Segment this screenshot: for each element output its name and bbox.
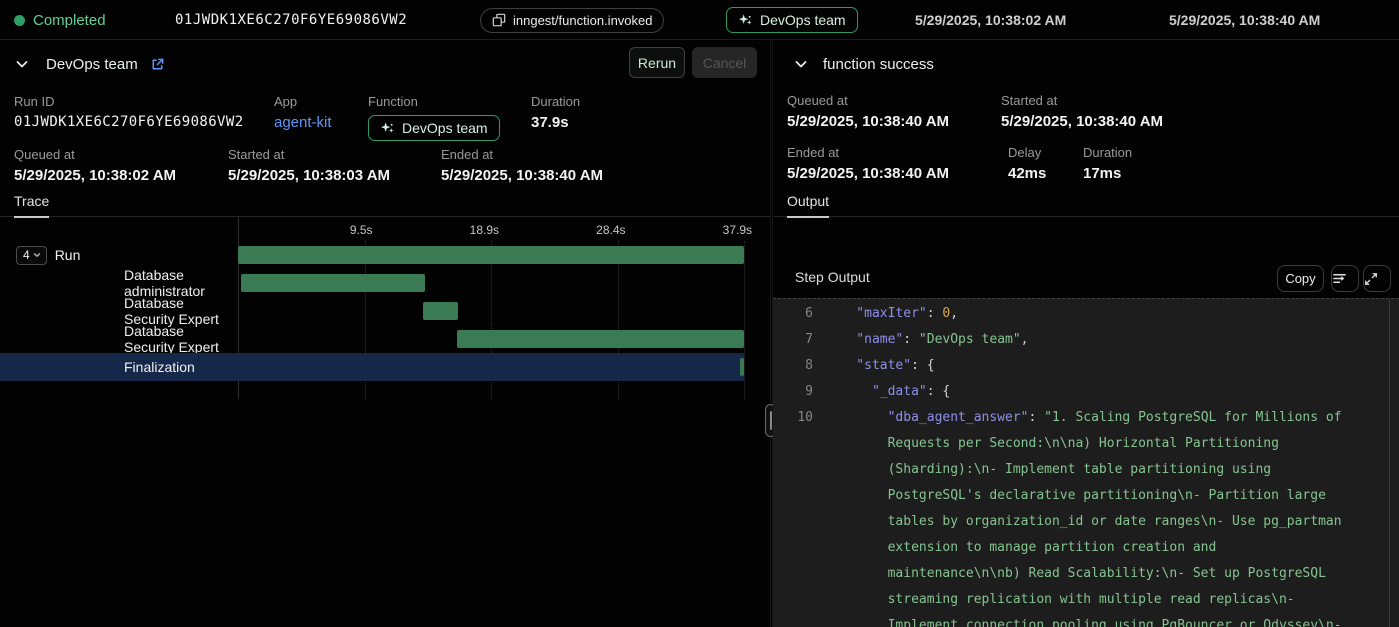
axis-tick-label: 37.9s xyxy=(692,223,752,237)
line-number: 6 xyxy=(773,301,813,327)
trace-row-database-administrator[interactable]: Database administrator xyxy=(0,269,744,297)
code-line: 6"maxIter": 0, xyxy=(773,301,1399,327)
function-badge-label: DevOps team xyxy=(402,120,488,136)
collapse-run-chevron-icon[interactable] xyxy=(14,56,30,72)
code-content: "maxIter": 0, xyxy=(813,301,1399,327)
expand-output-button[interactable] xyxy=(1363,265,1391,292)
code-content: "dba_agent_answer": "1. Scaling PostgreS… xyxy=(813,405,1399,627)
step-field-delay: Delay 42ms xyxy=(1008,145,1046,182)
code-line: 9"_data": { xyxy=(773,379,1399,405)
word-wrap-button[interactable] xyxy=(1331,265,1359,292)
trace-row-chart xyxy=(238,297,744,325)
step-field-queued: Queued at 5/29/2025, 10:38:40 AM xyxy=(787,93,949,130)
field-function: Function DevOps team xyxy=(368,94,500,141)
trace-row-chart xyxy=(238,325,744,353)
top-function-badge-label: DevOps team xyxy=(760,12,846,28)
tab-trace[interactable]: Trace xyxy=(14,193,49,218)
code-scrollbar[interactable] xyxy=(1389,299,1399,627)
code-line: 10"dba_agent_answer": "1. Scaling Postgr… xyxy=(773,405,1399,627)
line-number: 9 xyxy=(773,379,813,405)
chevron-down-icon xyxy=(32,250,42,260)
step-field-ended: Ended at 5/29/2025, 10:38:40 AM xyxy=(787,145,949,182)
trace-time-axis: 9.5s18.9s28.4s37.9s xyxy=(238,223,744,239)
function-badge[interactable]: DevOps team xyxy=(368,115,500,141)
trace-row-name: 4 Run xyxy=(0,241,238,269)
trace-rows: 4RunDatabase administratorDatabase Secur… xyxy=(0,241,744,381)
span-bar[interactable] xyxy=(238,246,744,264)
expand-icon xyxy=(1364,272,1390,286)
run-details-panel: DevOps team Rerun Cancel Run ID 01JWDK1X… xyxy=(0,41,770,627)
trace-row-name: Finalization xyxy=(0,353,238,381)
expand-count: 4 xyxy=(23,248,30,262)
event-icon xyxy=(492,13,506,27)
trace-row-name: Database administrator xyxy=(0,269,238,297)
trace-waterfall: 9.5s 18.9s 28.4s 37.9s 4 Run Database adminis… xyxy=(0,217,770,627)
run-title: DevOps team xyxy=(46,56,138,73)
top-queued-time: 5/29/2025, 10:38:02 AM xyxy=(915,0,1066,40)
field-started-at: Started at 5/29/2025, 10:38:03 AM xyxy=(228,147,390,184)
top-ended-time: 5/29/2025, 10:38:40 AM xyxy=(1169,0,1320,40)
step-title: function success xyxy=(823,56,934,73)
trace-row-name: Database Security Expert xyxy=(0,325,238,353)
step-details-panel: function success Queued at 5/29/2025, 10… xyxy=(773,41,1399,627)
trace-row-run[interactable]: 4 Run xyxy=(0,241,744,269)
external-link-icon[interactable] xyxy=(150,57,165,72)
span-bar[interactable] xyxy=(423,302,457,320)
copy-button[interactable]: Copy xyxy=(1277,265,1324,292)
field-ended-at: Ended at 5/29/2025, 10:38:40 AM xyxy=(441,147,603,184)
field-app: App agent-kit xyxy=(274,94,332,131)
field-queued-at: Queued at 5/29/2025, 10:38:02 AM xyxy=(14,147,176,184)
axis-tick-label: 9.5s xyxy=(313,223,373,237)
axis-tick-label: 18.9s xyxy=(439,223,499,237)
trace-row-label: Run xyxy=(55,247,81,263)
top-run-id: 01JWDK1XE6C270F6YE69086VW2 xyxy=(175,0,407,40)
trace-row-chart xyxy=(238,353,744,381)
code-line: 8"state": { xyxy=(773,353,1399,379)
top-bar: Completed 01JWDK1XE6C270F6YE69086VW2 inn… xyxy=(0,0,1399,40)
event-badge-label: inngest/function.invoked xyxy=(513,13,652,28)
step-field-started: Started at 5/29/2025, 10:38:40 AM xyxy=(1001,93,1163,130)
rerun-button[interactable]: Rerun xyxy=(629,47,685,78)
tab-output[interactable]: Output xyxy=(787,193,829,218)
status-label: Completed xyxy=(33,12,106,29)
cancel-button[interactable]: Cancel xyxy=(692,47,757,78)
step-output-code: 6"maxIter": 0,7"name": "DevOps team",8"s… xyxy=(773,298,1399,627)
trace-row-database-security-expert[interactable]: Database Security Expert xyxy=(0,325,744,353)
span-bar[interactable] xyxy=(457,330,744,348)
status-dot-icon xyxy=(14,15,25,26)
collapse-step-chevron-icon[interactable] xyxy=(793,56,809,72)
trace-row-chart xyxy=(238,269,744,297)
app-link[interactable]: agent-kit xyxy=(274,114,332,131)
expand-children-button[interactable]: 4 xyxy=(16,246,47,265)
field-duration: Duration 37.9s xyxy=(531,94,580,131)
trace-row-finalization[interactable]: Finalization xyxy=(0,353,744,381)
code-content: "state": { xyxy=(813,353,1399,379)
axis-tick-label: 28.4s xyxy=(566,223,626,237)
line-number: 8 xyxy=(773,353,813,379)
trace-row-database-security-expert[interactable]: Database Security Expert xyxy=(0,297,744,325)
step-output-title: Step Output xyxy=(795,269,870,285)
code-line: 7"name": "DevOps team", xyxy=(773,327,1399,353)
step-field-duration: Duration 17ms xyxy=(1083,145,1132,182)
sparkle-icon xyxy=(738,13,753,28)
trace-row-name: Database Security Expert xyxy=(0,297,238,325)
line-number: 7 xyxy=(773,327,813,353)
span-bar[interactable] xyxy=(740,358,744,376)
sparkle-icon xyxy=(380,121,395,136)
code-content: "_data": { xyxy=(813,379,1399,405)
top-function-badge[interactable]: DevOps team xyxy=(726,0,858,40)
span-bar[interactable] xyxy=(241,274,426,292)
trace-row-label: Finalization xyxy=(124,359,195,375)
word-wrap-icon xyxy=(1332,271,1358,286)
trace-row-label: Database Security Expert xyxy=(124,323,238,355)
run-status: Completed xyxy=(14,0,106,40)
step-output-header: Step Output Copy xyxy=(773,258,1399,298)
event-badge[interactable]: inngest/function.invoked xyxy=(480,0,664,40)
line-number: 10 xyxy=(773,405,813,627)
code-content: "name": "DevOps team", xyxy=(813,327,1399,353)
trace-row-chart xyxy=(238,241,744,269)
axis-gridline xyxy=(744,241,745,399)
field-run-id: Run ID 01JWDK1XE6C270F6YE69086VW2 xyxy=(14,94,244,130)
